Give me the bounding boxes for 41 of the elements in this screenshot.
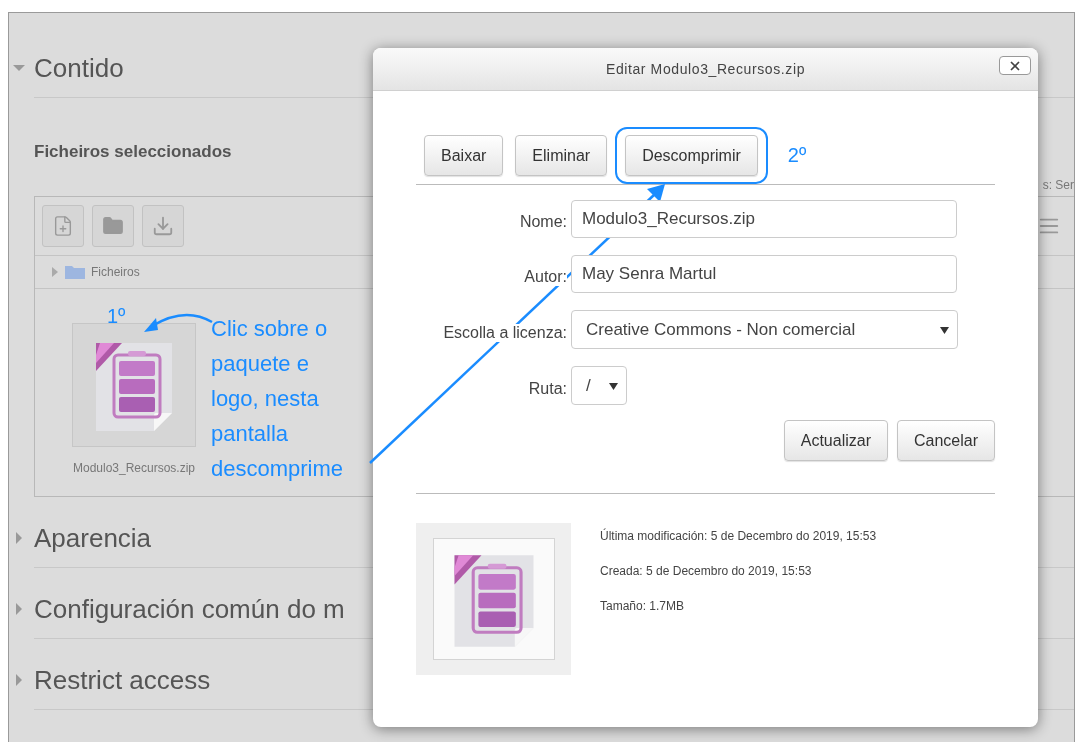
- text-field[interactable]: May Senra Martul: [571, 255, 957, 293]
- file-info-text: Creada: 5 de Decembro do 2019, 15:53: [600, 564, 813, 578]
- file-info-text: Última modificación: 5 de Decembro do 2019, 15:53: [600, 529, 877, 543]
- download-button[interactable]: [142, 205, 184, 247]
- expand-icon[interactable]: [13, 603, 25, 615]
- file-thumbnail[interactable]: [72, 323, 196, 447]
- caret-icon: [940, 325, 949, 334]
- section-heading[interactable]: Aparencia: [34, 522, 152, 554]
- field-label: Ficheiros seleccionados: [34, 142, 232, 162]
- text-field[interactable]: Modulo3_Recursos.zip: [571, 200, 957, 238]
- curved-arrow: [144, 313, 213, 332]
- field-label: Autor:: [524, 268, 567, 286]
- caret-icon: [609, 381, 618, 390]
- section-heading[interactable]: Restrict access: [34, 664, 211, 696]
- field-label: Escolla a licenza:: [443, 323, 567, 342]
- folder-plus-icon: [102, 215, 124, 237]
- download-icon: [152, 215, 174, 237]
- section-heading[interactable]: Configuración común do m: [34, 593, 345, 625]
- expand-icon[interactable]: [13, 532, 25, 544]
- form-button[interactable]: Actualizar: [783, 420, 888, 461]
- collapse-icon[interactable]: [13, 62, 25, 74]
- step-label: 1º: [107, 305, 126, 328]
- select-field[interactable]: Creative Commons - Non comercial: [571, 310, 958, 349]
- select-field[interactable]: /: [571, 366, 627, 405]
- action-button[interactable]: Baixar: [424, 135, 504, 176]
- file-info-text: Tamaño: 1.7MB: [600, 599, 686, 613]
- file-plus-icon: [52, 215, 74, 237]
- form-button[interactable]: Cancelar: [896, 420, 995, 461]
- action-button[interactable]: Descomprimir: [625, 135, 758, 176]
- folder-icon: [65, 265, 85, 279]
- add-file-button[interactable]: [42, 205, 84, 247]
- section-heading[interactable]: Contido: [34, 52, 124, 84]
- expand-icon[interactable]: [13, 674, 25, 686]
- close-button[interactable]: [999, 56, 1031, 75]
- side-text: s: Ser: [1042, 178, 1074, 192]
- step-label: 2º: [787, 144, 807, 167]
- dialog-title: Editar Modulo3_Recursos.zip: [605, 61, 806, 77]
- annotation-note: Clic sobre o paquete e logo, nesta pantalla descomprime: [211, 315, 345, 483]
- expand-icon[interactable]: [51, 267, 59, 277]
- action-button[interactable]: Eliminar: [515, 135, 608, 176]
- add-folder-button[interactable]: [92, 205, 134, 247]
